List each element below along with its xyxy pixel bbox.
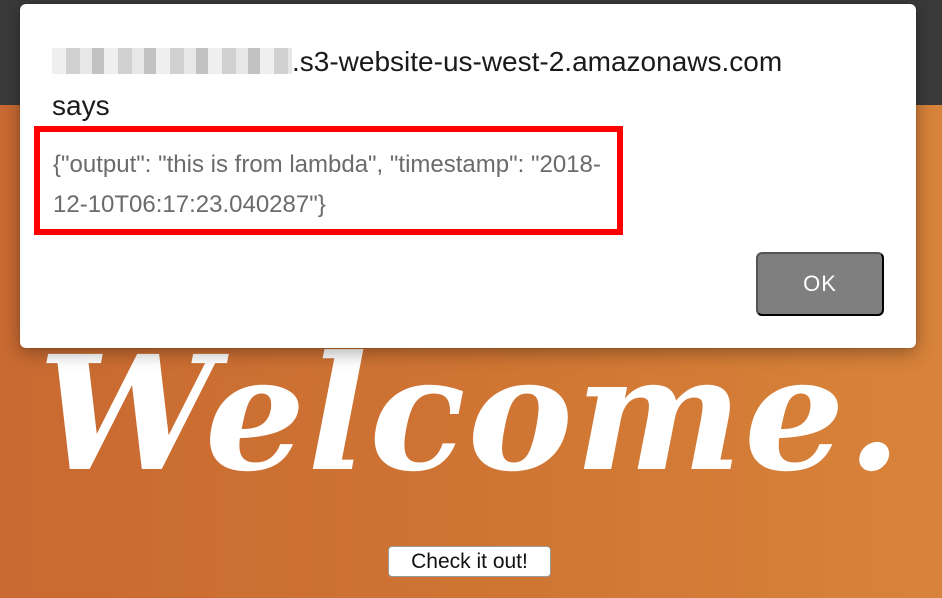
origin-domain: .s3-website-us-west-2.amazonaws.com — [292, 46, 783, 77]
dialog-message: {"output": "this is from lambda", "times… — [53, 151, 601, 218]
hero-title: Welcome. — [38, 322, 904, 507]
redacted-subdomain — [52, 48, 292, 74]
check-it-out-button[interactable]: Check it out! — [388, 546, 551, 577]
ok-button[interactable]: OK — [756, 252, 884, 316]
says-label: says — [52, 90, 110, 121]
highlight-box: {"output": "this is from lambda", "times… — [34, 126, 623, 235]
alert-dialog: .s3-website-us-west-2.amazonaws.com says… — [20, 4, 916, 348]
dialog-origin: .s3-website-us-west-2.amazonaws.com says — [52, 40, 892, 128]
